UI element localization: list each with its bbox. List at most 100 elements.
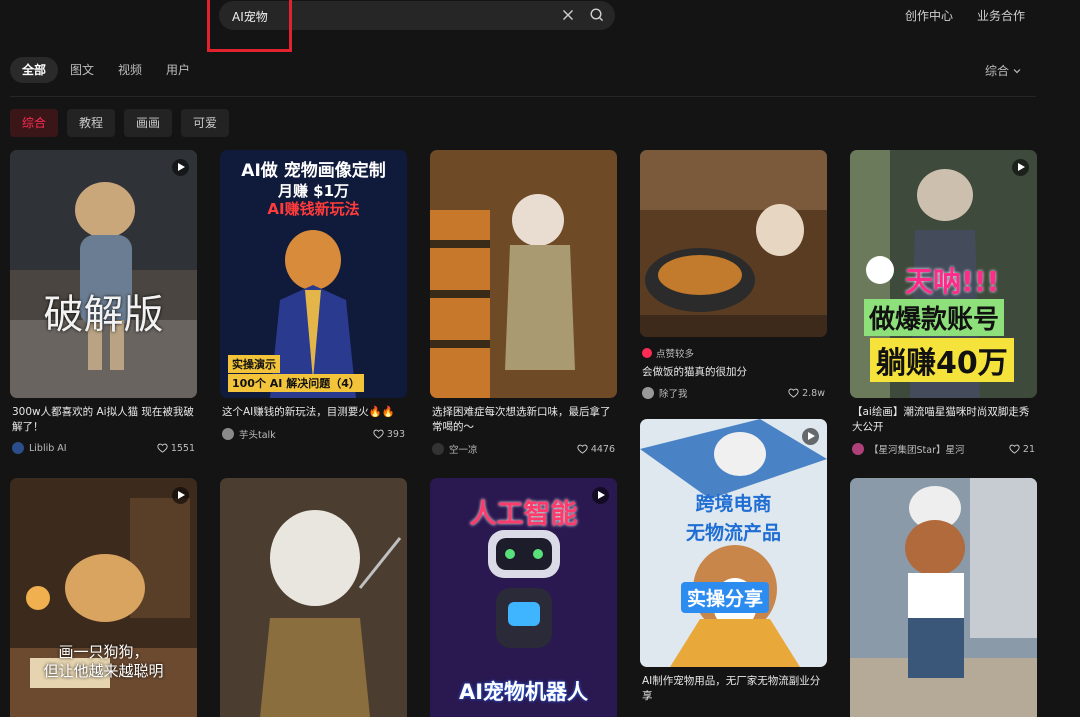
chevron-down-icon <box>1013 68 1021 73</box>
chip-cute[interactable]: 可爱 <box>181 109 230 137</box>
note-card[interactable] <box>220 478 407 717</box>
card-title[interactable]: 会做饭的猫真的很加分 <box>640 365 827 380</box>
author[interactable]: 芋头talk <box>222 427 276 441</box>
image-caption: 实操分享 <box>681 582 770 613</box>
avatar <box>432 443 444 455</box>
divider <box>10 96 1036 97</box>
chip-tutorial[interactable]: 教程 <box>67 109 116 137</box>
image-caption: 画一只狗狗， 但让他越来越聪明 <box>10 643 197 681</box>
like-count: 4476 <box>590 443 615 455</box>
note-card[interactable]: 人工智能 AI宠物机器人 <box>430 478 617 717</box>
like-button[interactable]: 1551 <box>157 443 195 454</box>
play-icon <box>172 159 189 176</box>
heart-icon <box>1009 444 1020 454</box>
image-caption: 躺赚40万 <box>870 338 1014 382</box>
creator-center-link[interactable]: 创作中心 <box>905 7 953 24</box>
heart-icon <box>373 429 384 439</box>
top-bar: AI宠物 创作中心 业务合作 <box>0 0 1080 52</box>
tab-users[interactable]: 用户 <box>154 57 202 83</box>
like-button[interactable]: 393 <box>373 429 405 440</box>
card-image[interactable]: 跨境电商 无物流产品 实操分享 <box>640 419 827 667</box>
tab-all[interactable]: 全部 <box>10 57 59 83</box>
card-image[interactable] <box>220 478 407 717</box>
note-card[interactable] <box>850 478 1037 717</box>
sort-dropdown[interactable]: 综合 <box>985 62 1022 79</box>
heart-icon <box>577 444 588 454</box>
card-image[interactable] <box>430 150 617 398</box>
sort-label: 综合 <box>985 64 1010 78</box>
card-image[interactable]: AI做 宠物画像定制 月赚 $1万 AI赚钱新玩法 实操演示 100个 AI 解… <box>220 150 407 398</box>
like-button[interactable]: 21 <box>1009 444 1035 455</box>
image-caption: 破解版 <box>43 292 164 338</box>
image-caption: 跨境电商 <box>695 493 772 515</box>
note-card[interactable]: 选择困难症每次想选新口味，最后拿了常喝的～ 空一凉 4476 <box>430 150 617 456</box>
like-count: 2.8w <box>802 387 825 399</box>
card-image[interactable]: 天呐!!! 做爆款账号 躺赚40万 <box>850 150 1037 398</box>
heart-icon <box>788 388 799 398</box>
tab-video[interactable]: 视频 <box>106 57 154 83</box>
image-caption: 做爆款账号 <box>864 299 1005 336</box>
business-cooperation-link[interactable]: 业务合作 <box>977 7 1025 24</box>
card-title[interactable]: 300w人都喜欢的 Ai拟人猫 现在被我破解了！ <box>10 405 197 435</box>
image-caption: 天呐!!! <box>905 265 1000 298</box>
like-button[interactable]: 2.8w <box>788 388 825 399</box>
flame-icon <box>642 348 652 358</box>
card-title[interactable]: 这个AI赚钱的新玩法，目测要火🔥🔥 <box>220 405 407 420</box>
card-title[interactable]: 【ai绘画】潮流喵星猫咪时尚双脚走秀大公开 <box>850 405 1037 435</box>
like-button[interactable]: 4476 <box>577 444 615 455</box>
note-card[interactable]: 画一只狗狗， 但让他越来越聪明 <box>10 478 197 717</box>
avatar <box>222 428 234 440</box>
type-tabs: 全部 图文 视频 用户 <box>10 57 202 83</box>
search-icon[interactable] <box>589 7 605 23</box>
caption-line-2: 但让他越来越聪明 <box>43 662 164 680</box>
caption-line-1: 画一只狗狗， <box>58 643 149 661</box>
like-count: 21 <box>1022 443 1035 455</box>
chip-comprehensive[interactable]: 综合 <box>10 109 59 137</box>
card-title[interactable]: AI制作宠物用品，无厂家无物流副业分享 <box>640 674 827 704</box>
play-icon <box>1012 159 1029 176</box>
note-card[interactable]: 破解版 300w人都喜欢的 Ai拟人猫 现在被我破解了！ Liblib AI 1… <box>10 150 197 454</box>
like-count: 1551 <box>170 442 195 454</box>
heart-icon <box>157 443 168 453</box>
like-count: 393 <box>386 428 405 440</box>
note-card[interactable]: AI做 宠物画像定制 月赚 $1万 AI赚钱新玩法 实操演示 100个 AI 解… <box>220 150 407 441</box>
chip-drawing[interactable]: 画画 <box>124 109 173 137</box>
note-card[interactable]: 跨境电商 无物流产品 实操分享 AI制作宠物用品，无厂家无物流副业分享 <box>640 419 827 704</box>
card-meta: 除了我 2.8w <box>640 386 827 400</box>
tag-label: 点赞较多 <box>656 349 695 360</box>
card-title[interactable]: 选择困难症每次想选新口味，最后拿了常喝的～ <box>430 405 617 435</box>
author[interactable]: Liblib AI <box>12 442 67 454</box>
image-caption: AI赚钱新玩法 <box>267 200 360 218</box>
card-image[interactable] <box>850 478 1037 717</box>
author-name: 除了我 <box>659 389 688 400</box>
annotation-highlight-box <box>207 0 292 52</box>
author[interactable]: 【星河集团Star】星河 <box>852 442 964 456</box>
tab-image-text[interactable]: 图文 <box>58 57 106 83</box>
note-card[interactable]: 点赞较多 会做饭的猫真的很加分 除了我 2.8w <box>640 150 827 400</box>
card-meta: 芋头talk 393 <box>220 427 407 441</box>
author[interactable]: 空一凉 <box>432 442 478 456</box>
card-image[interactable] <box>640 150 827 337</box>
card-image[interactable]: 人工智能 AI宠物机器人 <box>430 478 617 717</box>
status-badge: 点赞较多 <box>640 346 827 360</box>
image-caption: 100个 AI 解决问题（4） <box>228 374 364 392</box>
card-meta: Liblib AI 1551 <box>10 442 197 454</box>
image-caption: AI做 宠物画像定制 <box>241 161 386 181</box>
image-caption: AI宠物机器人 <box>458 680 589 704</box>
note-card[interactable]: 天呐!!! 做爆款账号 躺赚40万 【ai绘画】潮流喵星猫咪时尚双脚走秀大公开 … <box>850 150 1037 456</box>
avatar <box>642 387 654 399</box>
card-meta: 空一凉 4476 <box>430 442 617 456</box>
avatar <box>852 443 864 455</box>
card-meta: 【星河集团Star】星河 21 <box>850 442 1037 456</box>
card-image[interactable]: 画一只狗狗， 但让他越来越聪明 <box>10 478 197 717</box>
card-image[interactable]: 破解版 <box>10 150 197 398</box>
play-icon <box>172 487 189 504</box>
filter-chips: 综合 教程 画画 可爱 <box>10 109 230 137</box>
author-name: 【星河集团Star】星河 <box>869 445 965 456</box>
author[interactable]: 除了我 <box>642 386 688 400</box>
close-icon[interactable] <box>560 7 576 23</box>
image-caption: 人工智能 <box>469 499 578 530</box>
author-name: Liblib AI <box>29 442 67 454</box>
avatar <box>12 442 24 454</box>
author-name: 空一凉 <box>449 445 478 456</box>
